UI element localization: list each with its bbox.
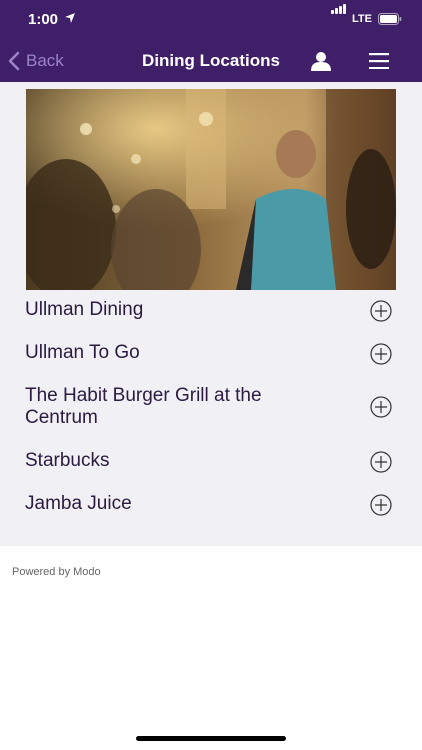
battery-icon: [378, 13, 402, 25]
expand-plus-icon[interactable]: [370, 300, 392, 322]
powered-by-footer: Powered by Modo: [12, 566, 101, 578]
list-item[interactable]: Ullman Dining: [0, 289, 422, 332]
expand-plus-icon[interactable]: [370, 451, 392, 473]
dining-photo: [26, 89, 396, 290]
expand-plus-icon[interactable]: [370, 343, 392, 365]
page-title: Dining Locations: [142, 51, 280, 70]
status-time: 1:00: [28, 11, 59, 28]
location-label: Ullman Dining: [25, 299, 144, 320]
user-icon[interactable]: [310, 51, 332, 71]
status-bar: 1:00 LTE: [0, 0, 422, 40]
location-label: Ullman To Go: [25, 342, 140, 363]
expand-plus-icon[interactable]: [370, 494, 392, 516]
menu-icon[interactable]: [369, 53, 389, 69]
list-item[interactable]: Ullman To Go: [0, 332, 422, 375]
list-item[interactable]: Jamba Juice: [0, 483, 422, 526]
location-label: Starbucks: [25, 450, 110, 471]
home-indicator[interactable]: [136, 736, 286, 741]
expand-plus-icon[interactable]: [370, 396, 392, 418]
location-arrow-icon: [65, 13, 75, 23]
navigation-bar: Back Dining Locations: [0, 40, 422, 82]
list-item[interactable]: The Habit Burger Grill at the Centrum: [0, 375, 422, 440]
location-label: Jamba Juice: [25, 493, 132, 514]
list-item[interactable]: Starbucks: [0, 440, 422, 483]
location-label: The Habit Burger Grill at the Centrum: [25, 385, 262, 428]
network-type: LTE: [352, 13, 372, 25]
